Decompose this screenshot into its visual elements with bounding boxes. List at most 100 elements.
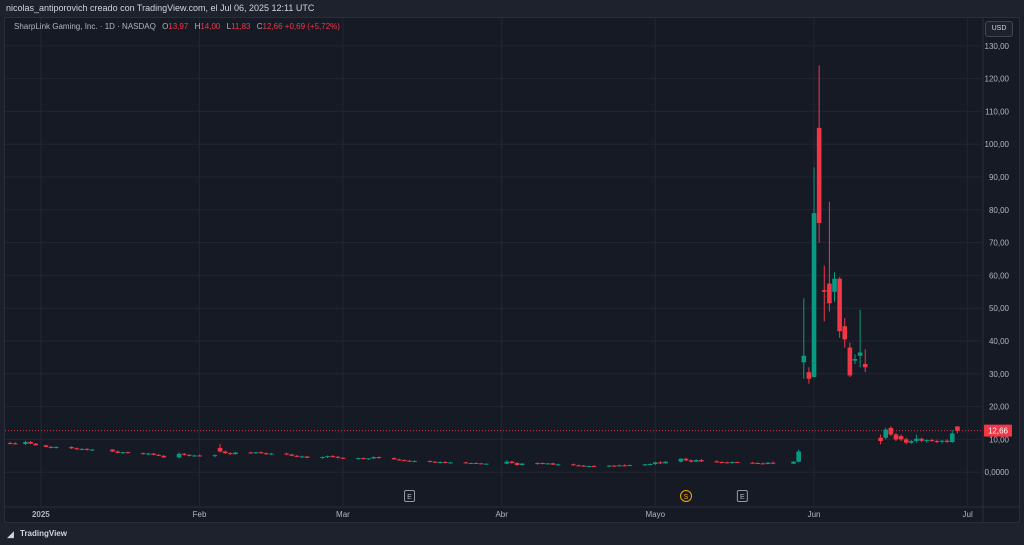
candle-body <box>883 429 889 438</box>
candle-body <box>944 440 950 443</box>
candle-body <box>816 127 822 223</box>
price-axis[interactable]: 0,0000 10,00 20,00 30,00 40,00 50,00 60,00 70,0… <box>985 42 1010 477</box>
candle-body <box>627 464 632 466</box>
open-value: 13,97 <box>168 22 189 31</box>
earnings-event-label: E <box>740 494 745 501</box>
candle-body <box>217 447 223 452</box>
candle-body <box>468 463 474 465</box>
candle-body <box>791 461 796 464</box>
candle-body <box>222 451 228 454</box>
y-tick-label: 50,00 <box>989 304 1010 313</box>
candle-body <box>878 437 883 442</box>
symbol-name[interactable]: SharpLink Gaming, Inc. · 1D · NASDAQ <box>14 22 156 31</box>
tradingview-logo-icon[interactable]: ◢ <box>7 523 14 545</box>
candle-body <box>463 462 469 464</box>
candle-body <box>821 290 827 292</box>
candle-body <box>197 455 202 457</box>
currency-button[interactable]: USD <box>985 21 1013 37</box>
candle-body <box>89 449 95 451</box>
candle-body <box>33 443 39 446</box>
x-tick-label: Jul <box>963 510 973 519</box>
candle-body <box>396 459 402 461</box>
candle-body <box>192 455 197 457</box>
candle-body <box>28 442 33 444</box>
candle-body <box>893 434 899 440</box>
candle-body <box>658 462 663 464</box>
candle-body <box>663 461 668 464</box>
candle-body <box>330 456 336 458</box>
candle-body <box>724 462 730 464</box>
candle-body <box>335 456 341 458</box>
candle-body <box>412 461 417 463</box>
candle-body <box>832 278 837 292</box>
candle-body <box>427 461 433 463</box>
earnings-event-label: E <box>407 494 412 501</box>
candle-body <box>642 464 648 466</box>
candle-body <box>125 452 131 454</box>
candle-body <box>151 453 156 455</box>
candle-body <box>120 452 126 454</box>
brand-name[interactable]: TradingView <box>20 523 67 545</box>
price-chart[interactable]: 0,0000 10,00 20,00 30,00 40,00 50,00 60,00 70,0… <box>0 0 1024 545</box>
candle-body <box>340 457 346 459</box>
candle-body <box>862 363 868 368</box>
events-layer: ESE <box>404 490 748 502</box>
candle-body <box>268 453 274 455</box>
candle-body <box>161 455 167 458</box>
candle-body <box>903 439 909 443</box>
candle-body <box>376 457 382 459</box>
y-tick-label: 130,00 <box>985 42 1010 51</box>
candle-body <box>571 464 576 466</box>
candle-body <box>7 443 13 445</box>
last-price-tag-text: 12,66 <box>988 427 1009 436</box>
candle-body <box>688 460 694 462</box>
candle-body <box>827 283 832 304</box>
x-tick-label: Jun <box>808 510 821 519</box>
candle-body <box>448 462 453 464</box>
symbol-legend: SharpLink Gaming, Inc. · 1D · NASDAQ O13… <box>14 22 340 31</box>
candle-body <box>929 440 935 442</box>
grid-lines <box>5 18 1019 522</box>
candle-body <box>811 213 817 378</box>
x-tick-label: Mar <box>336 510 350 519</box>
candle-body <box>437 462 443 464</box>
candle-body <box>699 460 704 462</box>
candle-body <box>955 426 960 431</box>
y-tick-label: 120,00 <box>985 75 1010 84</box>
candle-body <box>770 462 776 464</box>
candle-body <box>361 458 366 460</box>
candle-body <box>233 452 238 455</box>
candle-body <box>919 438 924 441</box>
candle-body <box>750 462 755 464</box>
candle-body <box>591 465 597 467</box>
candle-body <box>478 463 484 465</box>
y-tick-label: 100,00 <box>985 140 1010 149</box>
candle-body <box>606 465 612 467</box>
candle-body <box>176 453 182 458</box>
candle-body <box>852 359 858 361</box>
candle-body <box>581 465 586 467</box>
candle-body <box>432 461 438 463</box>
time-axis[interactable]: 2025 Feb Mar Abr Mayo Jun Jul <box>32 510 973 519</box>
candle-body <box>622 465 627 467</box>
candle-body <box>535 463 540 465</box>
candle-body <box>540 463 545 465</box>
candle-body <box>391 458 397 460</box>
candle-body <box>586 465 592 467</box>
candle-body <box>371 457 376 459</box>
candle-body <box>110 449 115 452</box>
x-tick-label: Mayo <box>646 510 666 519</box>
candle-body <box>796 451 801 462</box>
candle-body <box>857 352 863 356</box>
close-value: 12,66 <box>262 22 283 31</box>
y-tick-label: 10,00 <box>989 435 1010 444</box>
split-event-label: S <box>684 494 689 501</box>
candle-body <box>914 438 919 442</box>
candle-body <box>187 454 192 456</box>
candle-body <box>509 461 515 464</box>
y-tick-label: 60,00 <box>989 271 1010 280</box>
candle-body <box>53 446 59 448</box>
candle-body <box>212 455 218 457</box>
candle-body <box>734 462 740 464</box>
candle-body <box>683 458 689 461</box>
